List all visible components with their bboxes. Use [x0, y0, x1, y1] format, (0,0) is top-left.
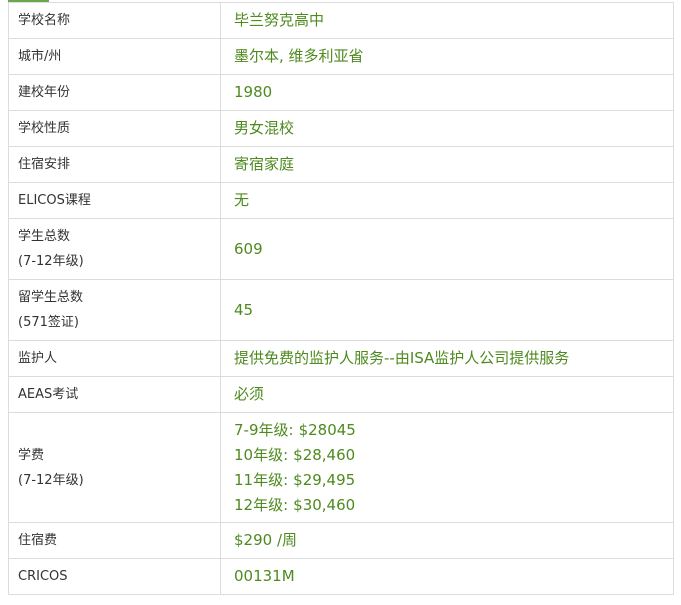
row-label: 留学生总数 (571签证)	[8, 279, 221, 341]
table-row: CRICOS 00131M	[8, 558, 674, 595]
row-value: 1980	[220, 74, 674, 111]
row-label: 建校年份	[8, 74, 221, 111]
table-row: ELICOS课程 无	[8, 182, 674, 219]
row-value: 609	[220, 218, 674, 280]
row-value: 必须	[220, 376, 674, 413]
table-row: 城市/州 墨尔本, 维多利亚省	[8, 38, 674, 75]
table-row: 建校年份 1980	[8, 74, 674, 111]
table-row: 学校名称 毕兰努克高中	[8, 2, 674, 39]
row-label: 学校性质	[8, 110, 221, 147]
row-label: 学校名称	[8, 2, 221, 39]
row-value: 毕兰努克高中	[220, 2, 674, 39]
row-label: 学生总数 (7-12年级)	[8, 218, 221, 280]
row-value: 墨尔本, 维多利亚省	[220, 38, 674, 75]
row-label: 城市/州	[8, 38, 221, 75]
school-info-table: 学校名称 毕兰努克高中 城市/州 墨尔本, 维多利亚省 建校年份 1980 学校…	[8, 2, 674, 595]
row-value: 45	[220, 279, 674, 341]
row-label: 住宿费	[8, 522, 221, 559]
row-label: ELICOS课程	[8, 182, 221, 219]
row-label: 监护人	[8, 340, 221, 377]
table-row: 留学生总数 (571签证) 45	[8, 279, 674, 341]
fee-line: 12年级: $30,460	[234, 495, 356, 514]
table-row: AEAS考试 必须	[8, 376, 674, 413]
row-label: CRICOS	[8, 558, 221, 595]
table-row: 住宿费 $290 /周	[8, 522, 674, 559]
fee-line: 10年级: $28,460	[234, 445, 356, 464]
row-label: 学费 (7-12年级)	[8, 412, 221, 523]
fee-line: 7-9年级: $28045	[234, 420, 356, 439]
row-value: 00131M	[220, 558, 674, 595]
fee-line: 11年级: $29,495	[234, 470, 356, 489]
table-row: 学校性质 男女混校	[8, 110, 674, 147]
table-row: 学费 (7-12年级) 7-9年级: $28045 10年级: $28,460 11…	[8, 412, 674, 523]
table-row: 住宿安排 寄宿家庭	[8, 146, 674, 183]
table-row: 监护人 提供免费的监护人服务--由ISA监护人公司提供服务	[8, 340, 674, 377]
table-row: 学生总数 (7-12年级) 609	[8, 218, 674, 280]
row-value: 寄宿家庭	[220, 146, 674, 183]
row-value: 无	[220, 182, 674, 219]
tuition-fee-list: 7-9年级: $28045 10年级: $28,460 11年级: $29,495 1…	[220, 412, 674, 523]
row-value: 提供免费的监护人服务--由ISA监护人公司提供服务	[220, 340, 674, 377]
row-label: 住宿安排	[8, 146, 221, 183]
row-label: AEAS考试	[8, 376, 221, 413]
row-value: $290 /周	[220, 522, 674, 559]
row-value: 男女混校	[220, 110, 674, 147]
